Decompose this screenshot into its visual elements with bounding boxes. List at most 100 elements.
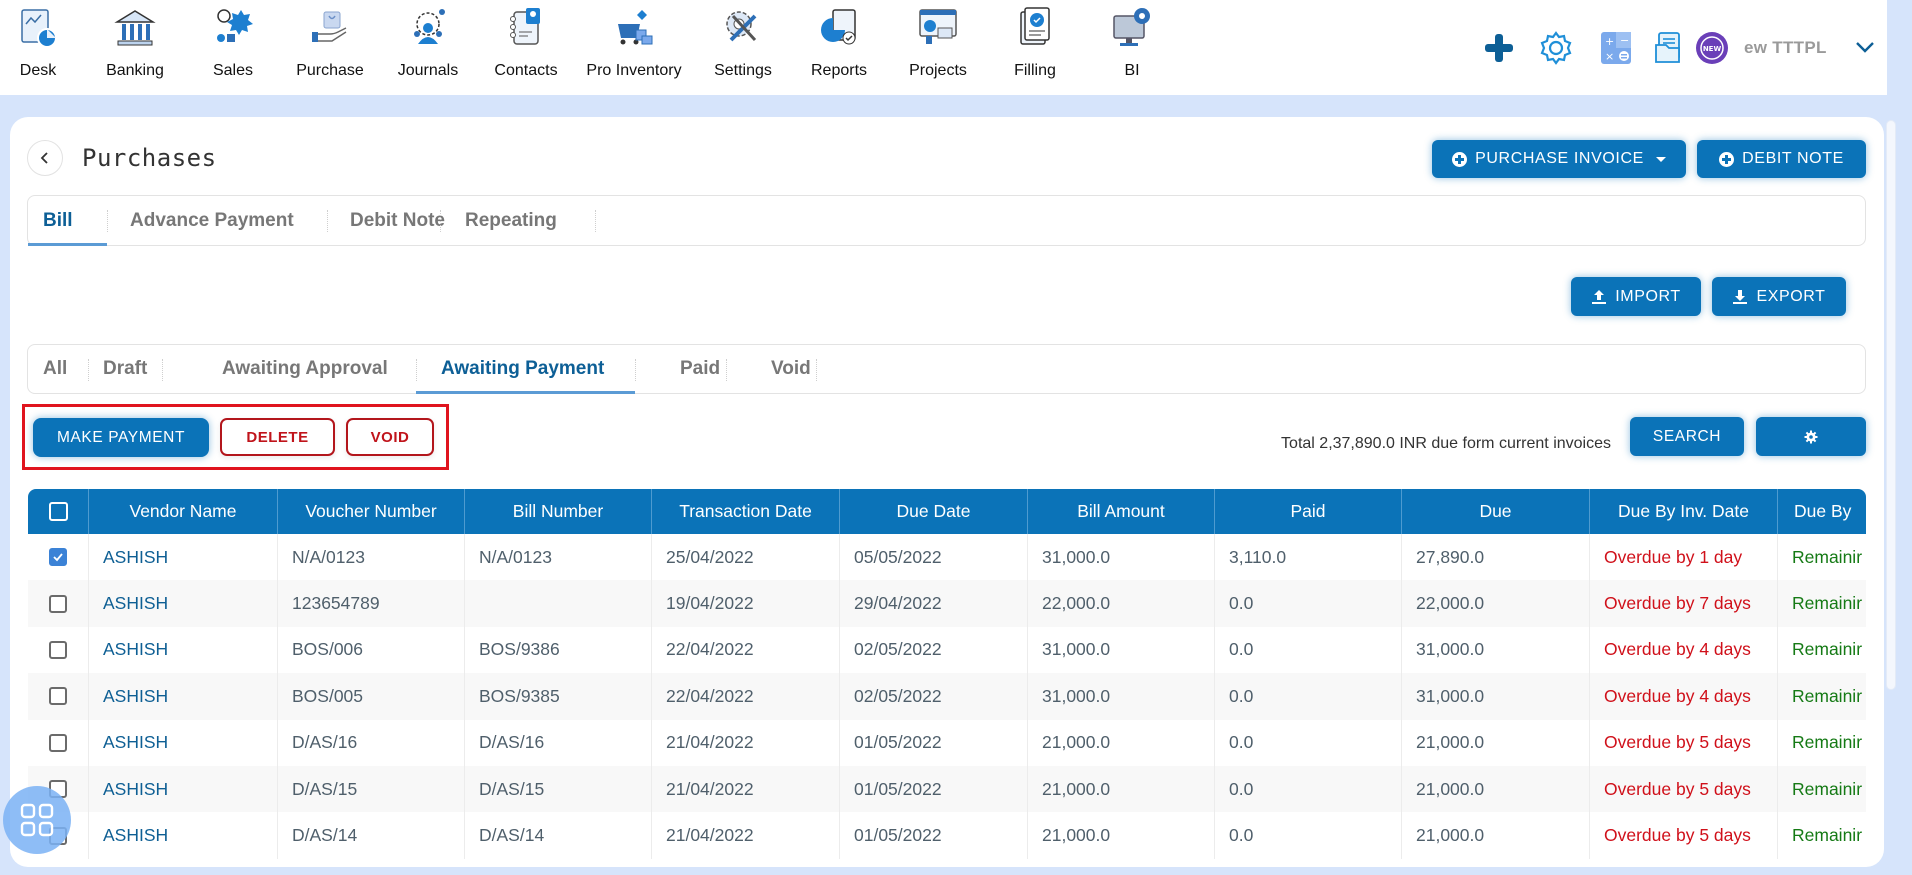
- table-row[interactable]: ASHISH BOS/005 BOS/9385 22/04/2022 02/05/202…: [28, 673, 1866, 720]
- tab-bill[interactable]: Bill: [43, 196, 73, 245]
- cell-bill-amount: 21,000.0: [1028, 766, 1215, 813]
- tab-debit-note[interactable]: Debit Note: [350, 196, 445, 245]
- vendor-link[interactable]: ASHISH: [89, 673, 278, 720]
- tab-divider: [416, 359, 417, 381]
- vendor-link[interactable]: ASHISH: [89, 719, 278, 766]
- table-settings-button[interactable]: [1756, 417, 1866, 456]
- table-row[interactable]: ASHISH BOS/006 BOS/9386 22/04/2022 02/05/202…: [28, 626, 1866, 674]
- column-header-due-date[interactable]: Due Date: [840, 489, 1028, 534]
- tab-repeating[interactable]: Repeating: [465, 196, 557, 245]
- gear-icon[interactable]: [1536, 28, 1576, 68]
- cell-transaction-date: 22/04/2022: [652, 673, 840, 720]
- remaining-status: Remainir: [1792, 639, 1863, 660]
- select-all-checkbox[interactable]: [48, 502, 68, 521]
- company-name[interactable]: ew TTTPL: [1744, 38, 1827, 58]
- import-button[interactable]: IMPORT: [1571, 277, 1701, 316]
- nav-item-label: Settings: [714, 62, 772, 79]
- active-tab-indicator: [416, 391, 635, 394]
- debit-note-button[interactable]: DEBIT NOTE: [1697, 140, 1866, 178]
- cell-due: 27,890.0: [1402, 534, 1590, 581]
- cell-due: 31,000.0: [1402, 673, 1590, 720]
- tab-paid[interactable]: Paid: [680, 345, 720, 393]
- row-checkbox[interactable]: [49, 733, 67, 752]
- document-icon[interactable]: [1648, 28, 1688, 68]
- column-header-due-by[interactable]: Due By: [1778, 489, 1866, 534]
- tab-divider: [107, 210, 108, 232]
- table-row[interactable]: ASHISH D/AS/15 D/AS/15 21/04/2022 01/05/2022…: [28, 766, 1866, 813]
- nav-item-sales[interactable]: Sales: [185, 6, 281, 80]
- nav-item-contacts[interactable]: Contacts: [478, 6, 574, 80]
- column-header-bill-number[interactable]: Bill Number: [465, 489, 652, 534]
- nav-item-banking[interactable]: Banking: [87, 6, 183, 80]
- nav-item-projects[interactable]: Projects: [890, 6, 986, 80]
- table-row[interactable]: ASHISH D/AS/16 D/AS/16 21/04/2022 01/05/2022…: [28, 719, 1866, 766]
- nav-item-reports[interactable]: Reports: [791, 6, 887, 80]
- row-select-cell: [28, 673, 89, 720]
- calculator-icon[interactable]: + − ×: [1596, 28, 1636, 68]
- delete-button[interactable]: DELETE: [220, 418, 335, 456]
- tab-awaiting-approval[interactable]: Awaiting Approval: [222, 345, 388, 393]
- cell-paid: 0.0: [1215, 766, 1402, 813]
- tab-advance-payment[interactable]: Advance Payment: [130, 196, 294, 245]
- purchase-invoice-button[interactable]: PURCHASE INVOICE: [1432, 140, 1686, 178]
- cell-due-date: 29/04/2022: [840, 580, 1028, 627]
- vendor-link[interactable]: ASHISH: [89, 534, 278, 581]
- column-header-due-by-inv-date[interactable]: Due By Inv. Date: [1590, 489, 1778, 534]
- journals-icon: [414, 9, 445, 44]
- cell-bill-number: BOS/9385: [465, 673, 652, 720]
- new-badge-icon[interactable]: NEW: [1692, 28, 1732, 68]
- table-row[interactable]: ASHISH D/AS/14 D/AS/14 21/04/2022 01/05/2022…: [28, 812, 1866, 859]
- vendor-link[interactable]: ASHISH: [89, 580, 278, 627]
- tab-draft[interactable]: Draft: [103, 345, 147, 393]
- vendor-link[interactable]: ASHISH: [89, 812, 278, 859]
- vendor-link[interactable]: ASHISH: [89, 766, 278, 813]
- nav-item-label: Desk: [19, 62, 57, 79]
- void-button[interactable]: VOID: [346, 418, 434, 456]
- row-checkbox[interactable]: [49, 594, 67, 613]
- column-header-transaction-date[interactable]: Transaction Date: [652, 489, 840, 534]
- chevron-down-icon[interactable]: [1852, 36, 1878, 58]
- cell-bill-amount: 31,000.0: [1028, 534, 1215, 581]
- nav-item-bi[interactable]: BI: [1084, 6, 1180, 80]
- nav-item-filling[interactable]: Filling: [987, 6, 1083, 80]
- nav-item-desk[interactable]: Desk: [0, 6, 86, 80]
- tab-void[interactable]: Void: [771, 345, 811, 393]
- table-row[interactable]: ASHISH N/A/0123 N/A/0123 25/04/2022 05/05/20…: [28, 534, 1866, 581]
- table-row[interactable]: ASHISH 123654789 19/04/2022 29/04/2022 22,00…: [28, 580, 1866, 627]
- row-select-cell: [28, 534, 89, 581]
- plus-icon[interactable]: [1479, 28, 1519, 68]
- column-header-bill-amount[interactable]: Bill Amount: [1028, 489, 1215, 534]
- cell-bill-amount: 21,000.0: [1028, 812, 1215, 859]
- document-type-tabs: Bill Advance Payment Debit Note Repeating: [27, 195, 1866, 246]
- cell-bill-number: BOS/9386: [465, 626, 652, 674]
- column-header-vendor-name[interactable]: Vendor Name: [89, 489, 278, 534]
- row-checkbox[interactable]: [49, 687, 67, 706]
- nav-item-settings[interactable]: Settings: [695, 6, 791, 80]
- settings-icon: [726, 11, 757, 42]
- apps-menu-button[interactable]: [3, 786, 71, 854]
- cell-paid: 0.0: [1215, 580, 1402, 627]
- remaining-status: Remainir: [1792, 546, 1863, 567]
- export-button[interactable]: EXPORT: [1712, 277, 1846, 316]
- search-button[interactable]: SEARCH: [1630, 417, 1744, 456]
- column-header-voucher-number[interactable]: Voucher Number: [278, 489, 465, 534]
- vendor-link[interactable]: ASHISH: [89, 626, 278, 674]
- nav-item-label: Pro Inventory: [586, 62, 682, 79]
- column-header-due[interactable]: Due: [1402, 489, 1590, 534]
- column-header-paid[interactable]: Paid: [1215, 489, 1402, 534]
- tab-awaiting-payment[interactable]: Awaiting Payment: [441, 345, 604, 393]
- scrollbar-thumb[interactable]: [1886, 120, 1896, 690]
- overdue-status: Overdue by 7 days: [1590, 580, 1778, 627]
- cell-paid: 0.0: [1215, 673, 1402, 720]
- nav-item-purchase[interactable]: Purchase: [282, 6, 378, 80]
- row-checkbox[interactable]: [49, 640, 67, 659]
- make-payment-button[interactable]: MAKE PAYMENT: [33, 418, 209, 457]
- row-checkbox[interactable]: [49, 548, 67, 567]
- cell-bill-amount: 31,000.0: [1028, 673, 1215, 720]
- back-button[interactable]: [27, 140, 63, 176]
- cell-paid: 3,110.0: [1215, 534, 1402, 581]
- search-label: SEARCH: [1652, 427, 1722, 445]
- nav-item-journals[interactable]: Journals: [380, 6, 476, 80]
- tab-all[interactable]: All: [43, 345, 67, 393]
- nav-item-pro-inventory[interactable]: Pro Inventory: [586, 6, 682, 80]
